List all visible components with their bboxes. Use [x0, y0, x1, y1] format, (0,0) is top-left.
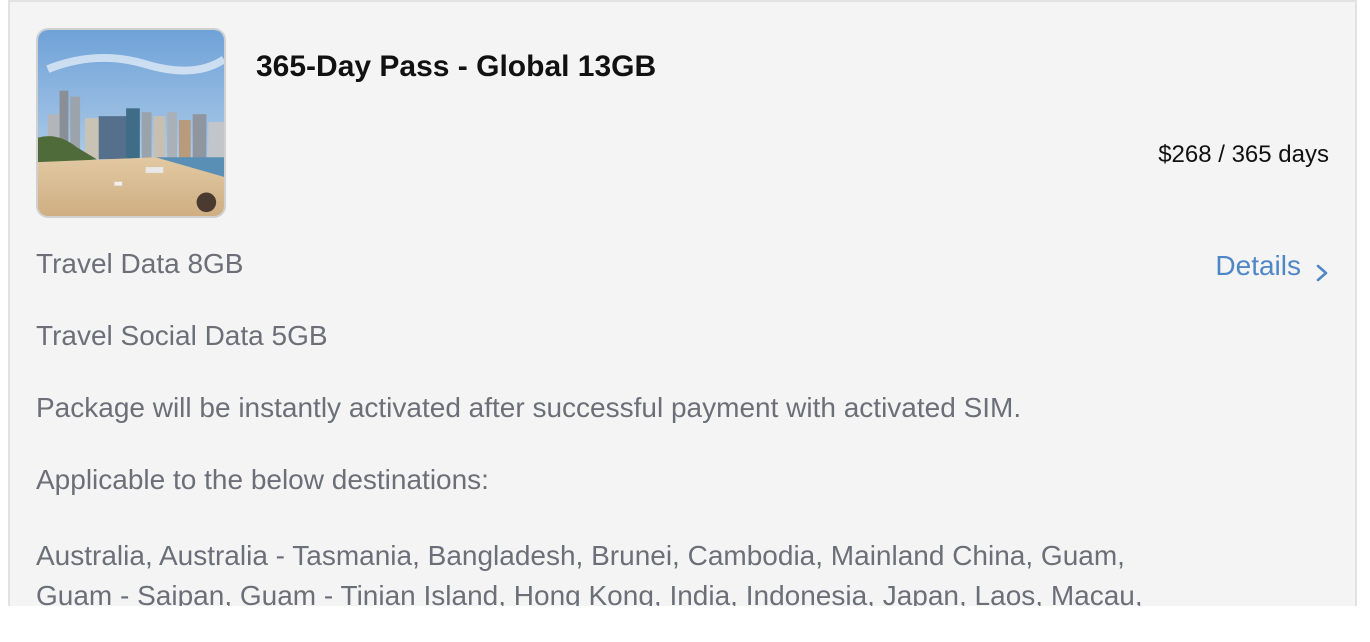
- travel-social-data-line: Travel Social Data 5GB: [36, 320, 328, 351]
- destinations-heading: Applicable to the below destinations:: [36, 464, 489, 495]
- destinations-list: Australia, Australia - Tasmania, Banglad…: [36, 536, 1236, 616]
- package-price: $268 / 365 days: [1158, 141, 1329, 168]
- destinations-line-1: Australia, Australia - Tasmania, Banglad…: [36, 540, 1125, 571]
- details-link[interactable]: Details: [1215, 250, 1329, 282]
- chevron-right-icon: [1315, 257, 1329, 282]
- travel-data-line: Travel Data 8GB: [36, 248, 244, 279]
- details-label: Details: [1215, 250, 1301, 281]
- activation-note: Package will be instantly activated afte…: [36, 392, 1022, 423]
- city-beach-photo: [38, 30, 224, 216]
- package-image: [36, 28, 226, 218]
- bottom-cutoff: [0, 606, 1370, 642]
- package-title: 365-Day Pass - Global 13GB: [256, 50, 657, 83]
- package-card[interactable]: 365-Day Pass - Global 13GB $268 / 365 da…: [8, 0, 1357, 642]
